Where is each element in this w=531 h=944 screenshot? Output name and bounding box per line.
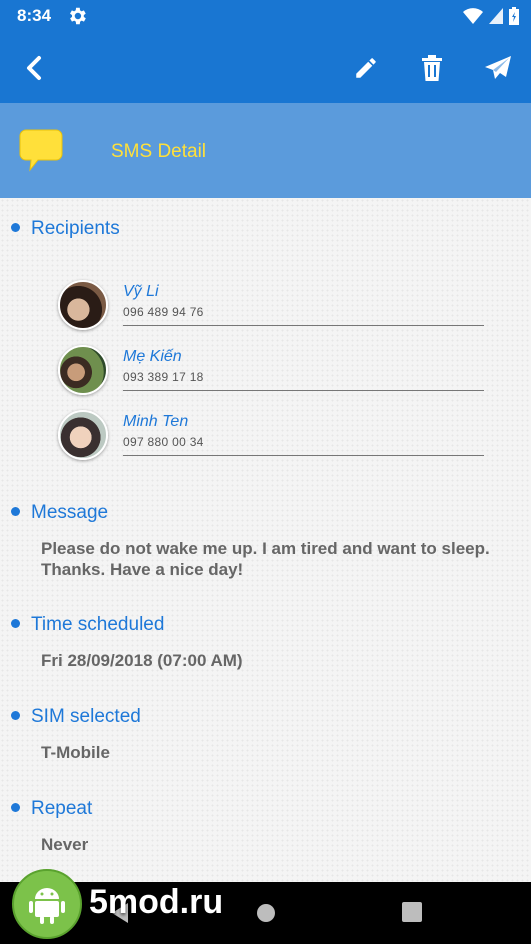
recipients-label: Recipients bbox=[31, 218, 120, 239]
divider bbox=[123, 390, 484, 391]
avatar bbox=[58, 345, 108, 395]
repeat-label: Repeat bbox=[31, 798, 93, 819]
bullet-icon bbox=[11, 507, 20, 516]
avatar bbox=[58, 280, 108, 330]
settings-gear-icon bbox=[70, 7, 86, 25]
repeat-value: Never bbox=[41, 835, 89, 854]
delete-button[interactable] bbox=[404, 32, 460, 103]
divider bbox=[123, 325, 484, 326]
recipient-phone: 096 489 94 76 bbox=[123, 305, 204, 319]
divider bbox=[123, 455, 484, 456]
sim-selected-value: T-Mobile bbox=[41, 743, 110, 762]
battery-icon bbox=[509, 7, 519, 25]
status-icons bbox=[463, 6, 519, 26]
message-text: Please do not wake me up. I am tired and… bbox=[41, 539, 490, 579]
recipient-name: Mẹ Kiến bbox=[123, 348, 182, 365]
recipient-item[interactable]: Mẹ Kiến 093 389 17 18 bbox=[58, 345, 488, 403]
nav-recents-icon[interactable] bbox=[402, 902, 422, 922]
status-time: 8:34 bbox=[17, 6, 52, 25]
page-title: SMS Detail bbox=[111, 141, 207, 162]
recipient-phone: 093 389 17 18 bbox=[123, 370, 204, 384]
edit-button[interactable] bbox=[338, 32, 394, 103]
back-button[interactable] bbox=[6, 32, 62, 103]
recipient-name: Vỹ Li bbox=[123, 283, 159, 300]
watermark-text: 5mod.ru bbox=[89, 883, 224, 921]
time-scheduled-label: Time scheduled bbox=[31, 614, 165, 635]
recipient-name: Minh Ten bbox=[123, 413, 189, 430]
chat-bubble-icon bbox=[19, 129, 63, 172]
detail-content: Recipients Vỹ Li 096 489 94 76 Mẹ Kiến 0… bbox=[0, 198, 531, 882]
bullet-icon bbox=[11, 223, 20, 232]
bullet-icon bbox=[11, 619, 20, 628]
recipient-item[interactable]: Minh Ten 097 880 00 34 bbox=[58, 410, 488, 468]
time-scheduled-value: Fri 28/09/2018 (07:00 AM) bbox=[41, 651, 243, 670]
app-bar bbox=[0, 32, 531, 103]
pencil-icon bbox=[356, 57, 376, 78]
send-button[interactable] bbox=[470, 32, 526, 103]
nav-home-icon[interactable] bbox=[256, 903, 276, 923]
message-label: Message bbox=[31, 502, 109, 523]
send-icon bbox=[485, 55, 511, 79]
recipient-item[interactable]: Vỹ Li 096 489 94 76 bbox=[58, 280, 488, 338]
signal-icon bbox=[489, 8, 503, 24]
android-logo-icon bbox=[12, 869, 82, 939]
bullet-icon bbox=[11, 803, 20, 812]
bullet-icon bbox=[11, 711, 20, 720]
trash-icon bbox=[422, 54, 442, 81]
chevron-left-icon bbox=[27, 55, 41, 80]
wifi-icon bbox=[463, 8, 483, 24]
android-robot-icon bbox=[29, 888, 65, 924]
avatar bbox=[58, 410, 108, 460]
status-bar: 8:34 bbox=[0, 0, 531, 32]
header-band: SMS Detail bbox=[0, 103, 531, 198]
recipient-phone: 097 880 00 34 bbox=[123, 435, 204, 449]
sim-selected-label: SIM selected bbox=[31, 706, 141, 727]
